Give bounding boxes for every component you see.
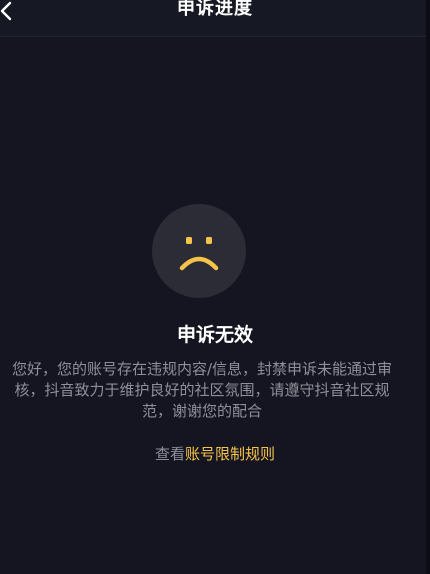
navigation-bar: 申诉进度 bbox=[0, 0, 430, 37]
status-icon-circle bbox=[152, 204, 246, 298]
rules-prefix-text: 查看 bbox=[154, 445, 185, 463]
window-edge bbox=[426, 0, 430, 574]
status-title: 申诉无效 bbox=[176, 324, 253, 346]
rules-row: 查看账号限制规则 bbox=[0, 443, 430, 464]
account-restriction-rules-link[interactable]: 账号限制规则 bbox=[185, 445, 275, 463]
sad-face-icon bbox=[179, 237, 219, 271]
status-description: 您好，您的账号存在违规内容/信息，封禁申诉未能通过审核，抖音致力于维护良好的社区… bbox=[11, 360, 393, 420]
page-title: 申诉进度 bbox=[177, 0, 253, 19]
